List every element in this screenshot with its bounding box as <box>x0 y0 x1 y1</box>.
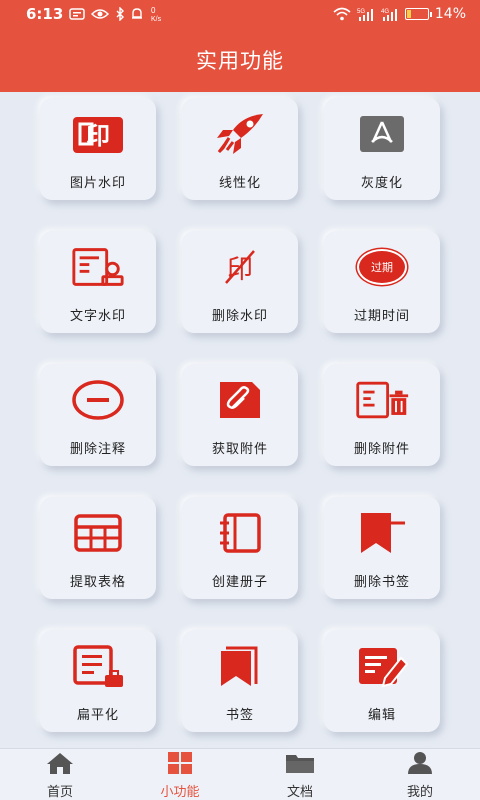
acrobat-gray-icon <box>354 112 410 156</box>
feature-label: 删除水印 <box>211 309 268 324</box>
svg-text:K/s: K/s <box>151 16 162 23</box>
table-icon <box>70 511 126 555</box>
grid-icon <box>165 751 195 779</box>
feature-image-watermark[interactable]: 印 图片水印 <box>40 98 156 200</box>
minus-circle-icon <box>70 378 126 422</box>
feature-create-booklet[interactable]: 创建册子 <box>182 497 298 599</box>
battery-icon <box>404 8 432 20</box>
wifi-icon <box>333 7 351 21</box>
feature-label: 扁平化 <box>76 708 119 723</box>
svg-text:4G: 4G <box>381 9 389 15</box>
watermark-stamp-icon: 印 <box>70 112 126 156</box>
flatten-icon <box>70 644 126 688</box>
delete-bookmark-icon <box>354 511 410 555</box>
tab-label: 文档 <box>286 785 313 800</box>
feature-remove-annotation[interactable]: 删除注释 <box>40 364 156 466</box>
tab-home[interactable]: 首页 <box>10 749 110 800</box>
svg-text:印: 印 <box>227 255 253 285</box>
status-time: 6:13 <box>26 5 64 23</box>
signal-4g-icon: 4G <box>381 7 399 21</box>
feature-label: 删除注释 <box>69 442 126 457</box>
edit-icon <box>354 644 410 688</box>
bookmark-icon <box>212 644 268 688</box>
feature-remove-bookmark[interactable]: 删除书签 <box>324 497 440 599</box>
feature-label: 文字水印 <box>69 309 126 324</box>
feature-label: 删除附件 <box>353 442 410 457</box>
feature-label: 线性化 <box>218 176 261 191</box>
home-icon <box>45 751 75 779</box>
page-title: 实用功能 <box>196 49 284 73</box>
status-bar: 6:13 0 K/s 5G 4G 14% <box>0 0 480 28</box>
text-watermark-icon <box>70 245 126 289</box>
signal-5g-icon: 5G <box>357 7 375 21</box>
speed-icon: 0 K/s <box>149 5 167 23</box>
feature-expire-time[interactable]: 过期 过期时间 <box>324 231 440 333</box>
user-icon <box>405 751 435 779</box>
feature-remove-watermark[interactable]: 印 删除水印 <box>182 231 298 333</box>
svg-text:5G: 5G <box>357 9 365 15</box>
expired-badge-text: 过期 <box>371 261 393 274</box>
feature-edit[interactable]: 编辑 <box>324 630 440 732</box>
expired-badge-icon: 过期 <box>354 245 410 289</box>
folder-icon <box>284 751 316 779</box>
feature-label: 灰度化 <box>360 176 403 191</box>
bottom-nav: 首页 小功能 文档 我的 <box>0 748 480 800</box>
bluetooth-icon <box>115 7 125 21</box>
booklet-icon <box>212 511 268 555</box>
remove-watermark-icon: 印 <box>212 245 268 289</box>
feature-get-attachment[interactable]: 获取附件 <box>182 364 298 466</box>
feature-label: 过期时间 <box>353 309 410 324</box>
feature-extract-table[interactable]: 提取表格 <box>40 497 156 599</box>
feature-grid: 印 图片水印 线性化 灰度化 文字水印 印 删除水印 过期 过期时间 删除注释 … <box>0 92 480 748</box>
rocket-icon <box>212 112 268 156</box>
feature-label: 创建册子 <box>211 575 268 590</box>
tab-documents[interactable]: 文档 <box>250 749 350 800</box>
feature-flatten[interactable]: 扁平化 <box>40 630 156 732</box>
tab-label: 首页 <box>46 785 73 800</box>
tab-small-functions[interactable]: 小功能 <box>130 749 230 800</box>
feature-label: 书签 <box>225 708 254 723</box>
eye-icon <box>91 8 110 20</box>
paperclip-icon <box>212 378 268 422</box>
feature-bookmark[interactable]: 书签 <box>182 630 298 732</box>
feature-remove-attachment[interactable]: 删除附件 <box>324 364 440 466</box>
battery-percent: 14% <box>434 6 466 22</box>
svg-text:0: 0 <box>151 6 156 15</box>
feature-linearize[interactable]: 线性化 <box>182 98 298 200</box>
tab-mine[interactable]: 我的 <box>370 749 470 800</box>
tab-label: 小功能 <box>160 785 200 800</box>
feature-text-watermark[interactable]: 文字水印 <box>40 231 156 333</box>
app-header: 实用功能 <box>0 28 480 92</box>
ring-icon <box>131 7 143 21</box>
feature-label: 删除书签 <box>353 575 410 590</box>
tab-label: 我的 <box>406 785 433 800</box>
feature-label: 编辑 <box>367 708 396 723</box>
feature-label: 图片水印 <box>69 176 126 191</box>
feature-grayscale[interactable]: 灰度化 <box>324 98 440 200</box>
notification-icon <box>69 7 86 21</box>
feature-label: 提取表格 <box>69 575 126 590</box>
delete-attachment-icon <box>354 378 410 422</box>
svg-text:印: 印 <box>86 122 110 150</box>
feature-label: 获取附件 <box>211 442 268 457</box>
